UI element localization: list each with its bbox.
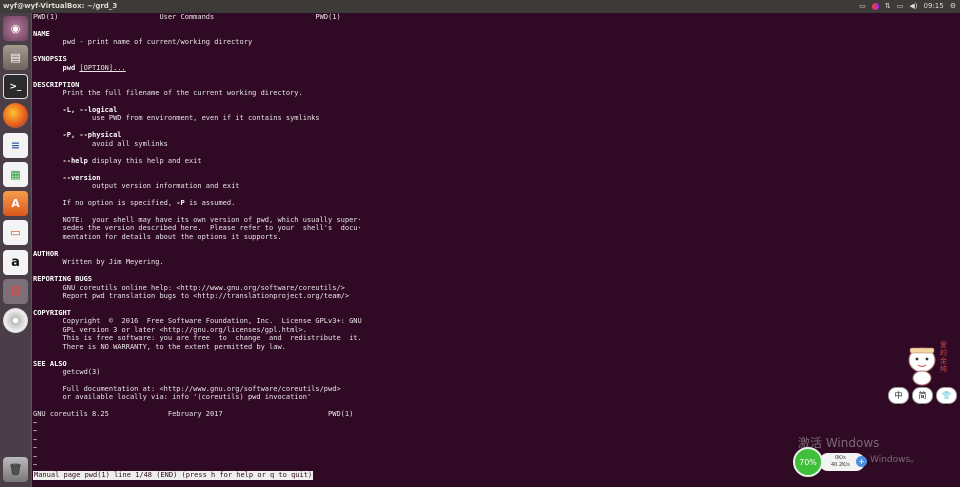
- system-tray: ▭ ⇅ ▭ ◀) 09:15 ⚙: [859, 0, 956, 13]
- option-help: --help: [62, 156, 88, 165]
- settings-icon[interactable]: ⚙: [3, 279, 28, 304]
- section-copyright: COPYRIGHT: [33, 308, 71, 317]
- firefox-icon[interactable]: [3, 103, 28, 128]
- option-version: --version: [62, 173, 101, 182]
- man-header: PWD(1) User Commands PWD(1): [33, 13, 341, 21]
- copyright-line-3: This is free software: you are free to c…: [62, 334, 362, 343]
- window-title: wyf@wyf-VirtualBox: ~/grd_3: [3, 2, 118, 10]
- activation-watermark-sub: Windows。: [870, 455, 920, 465]
- ime-chinese-toggle[interactable]: 中: [888, 387, 909, 404]
- impress-icon[interactable]: ▭: [3, 220, 28, 245]
- name-text: pwd - print name of current/working dire…: [62, 38, 253, 47]
- see-also-line-1: getcwd(3): [62, 368, 101, 377]
- synopsis-command: pwd: [62, 63, 76, 72]
- see-also-line-3: or available locally via: info '(coreuti…: [62, 393, 312, 402]
- tilde-line: ~: [33, 444, 38, 453]
- clock[interactable]: 09:15: [924, 0, 944, 13]
- section-see-also: SEE ALSO: [33, 359, 67, 368]
- terminal-window[interactable]: PWD(1) User Commands PWD(1) NAME pwd - p…: [32, 13, 960, 487]
- launcher: ◉ ▤ >_ ≡ ▦ A ▭ a ⚙ 🗑: [0, 13, 32, 487]
- writer-icon[interactable]: ≡: [3, 133, 28, 158]
- volume-icon[interactable]: ◀): [909, 0, 917, 13]
- tilde-line: ~: [33, 435, 38, 444]
- color-app-icon[interactable]: [871, 3, 879, 10]
- option-version-desc: output version information and exit: [92, 182, 240, 191]
- file-manager-icon[interactable]: ▤: [3, 45, 28, 70]
- option-logical: -L, --logical: [62, 105, 118, 114]
- battery-icon[interactable]: ▭: [897, 0, 904, 13]
- bugs-line-1: GNU coreutils online help: <http://www.g…: [62, 283, 345, 292]
- network-speed-widget[interactable]: 0K/s 40.2K/s 70% +: [793, 447, 871, 477]
- ime-keys[interactable]: 中 简 👕: [888, 387, 957, 404]
- tilde-line: ~: [33, 427, 38, 436]
- copyright-line-4: There is NO WARRANTY, to the extent perm…: [62, 342, 286, 351]
- ubuntu-dash-icon[interactable]: ◉: [3, 16, 28, 41]
- note-line-3: mentation for details about the options …: [62, 232, 282, 241]
- amazon-icon[interactable]: a: [3, 250, 28, 275]
- ime-mascot-icon: [908, 347, 936, 386]
- option-physical-desc: avoid all symlinks: [92, 139, 168, 148]
- tilde-line: ~: [33, 461, 38, 470]
- calc-icon[interactable]: ▦: [3, 162, 28, 187]
- ime-simplified-toggle[interactable]: 简: [912, 387, 933, 404]
- ime-skin-icon[interactable]: 👕: [936, 387, 957, 404]
- ime-kana: 爱的金纯: [940, 341, 947, 373]
- option-help-desc: display this help and exit: [92, 156, 202, 165]
- section-description: DESCRIPTION: [33, 80, 80, 89]
- no-option-text: If no option is specified, -P is assumed…: [62, 198, 236, 207]
- memory-percent[interactable]: 70%: [793, 447, 823, 477]
- copyright-line-1: Copyright © 2016 Free Software Foundatio…: [62, 317, 362, 326]
- note-line-2: sedes the version described here. Please…: [62, 224, 362, 233]
- terminal-icon[interactable]: >_: [3, 74, 28, 99]
- man-footer: GNU coreutils 8.25 February 2017 PWD(1): [33, 410, 354, 419]
- network-icon[interactable]: ⇅: [885, 0, 891, 13]
- keyboard-icon[interactable]: ▭: [859, 0, 866, 13]
- section-synopsis: SYNOPSIS: [33, 55, 67, 64]
- upload-speed: 0K/s: [835, 455, 846, 461]
- option-logical-desc: use PWD from environment, even if it con…: [92, 114, 320, 123]
- note-line-1: NOTE: your shell may have its own versio…: [62, 215, 362, 224]
- synopsis-option: [OPTION]...: [79, 63, 126, 72]
- bugs-line-2: Report pwd translation bugs to <http://t…: [62, 291, 350, 300]
- disc-icon[interactable]: [3, 308, 28, 333]
- man-status-line: Manual page pwd(1) line 1/48 (END) (pres…: [33, 471, 314, 480]
- section-author: AUTHOR: [33, 249, 59, 258]
- top-panel: wyf@wyf-VirtualBox: ~/grd_3 ▭ ⇅ ▭ ◀) 09:…: [0, 0, 960, 13]
- option-physical: -P, --physical: [62, 131, 122, 140]
- section-reporting-bugs: REPORTING BUGS: [33, 275, 93, 284]
- copyright-line-2: GPL version 3 or later <http://gnu.org/l…: [62, 325, 307, 334]
- section-name: NAME: [33, 29, 50, 38]
- see-also-line-2: Full documentation at: <http://www.gnu.o…: [62, 384, 341, 393]
- speedup-plus-icon[interactable]: +: [856, 456, 867, 467]
- tilde-line: ~: [33, 418, 38, 427]
- gear-icon[interactable]: ⚙: [950, 0, 956, 13]
- ime-toolbar[interactable]: 爱的金纯 中 简 👕: [888, 337, 960, 407]
- man-page-content: PWD(1) User Commands PWD(1) NAME pwd - p…: [33, 13, 362, 469]
- download-speed: 40.2K/s: [831, 462, 850, 468]
- description-text: Print the full filename of the current w…: [62, 89, 303, 98]
- software-center-icon[interactable]: A: [3, 191, 28, 216]
- author-text: Written by Jim Meyering.: [62, 258, 164, 267]
- trash-icon[interactable]: 🗑: [3, 457, 28, 482]
- tilde-line: ~: [33, 452, 38, 461]
